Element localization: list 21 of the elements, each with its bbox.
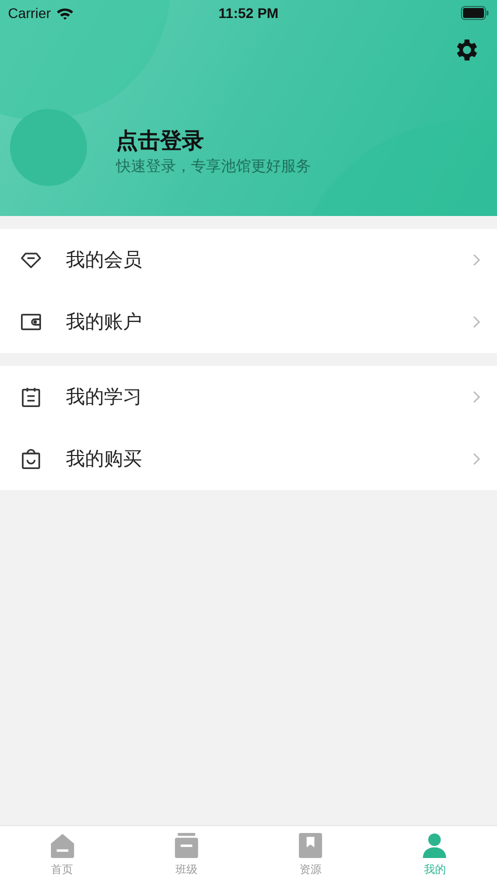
- menu-item[interactable]: 我的会员: [66, 247, 472, 273]
- bag-icon: [20, 448, 42, 470]
- person-icon: [421, 832, 448, 859]
- menu-item[interactable]: 我的学习: [66, 384, 472, 410]
- chevron-icon: [472, 390, 481, 404]
- status-time: 11:52 PM: [218, 5, 278, 21]
- carrier-label: Carrier: [8, 5, 51, 21]
- tray-icon: [172, 832, 200, 859]
- login-subtitle: 快速登录，专享池馆更好服务: [116, 156, 311, 176]
- wallet-icon: [20, 311, 42, 333]
- login-title[interactable]: 点击登录: [116, 128, 311, 154]
- menu-item[interactable]: 我的购买: [66, 446, 472, 472]
- bookmark-icon: [297, 832, 324, 859]
- chevron-icon: [472, 315, 481, 329]
- house-icon: [48, 832, 76, 859]
- menu-item[interactable]: 我的账户: [66, 309, 472, 335]
- chevron-icon: [472, 452, 481, 466]
- chevron-icon: [472, 253, 481, 267]
- wifi-icon: [56, 6, 74, 20]
- calendar-icon: [20, 386, 42, 408]
- battery-icon: [461, 6, 489, 20]
